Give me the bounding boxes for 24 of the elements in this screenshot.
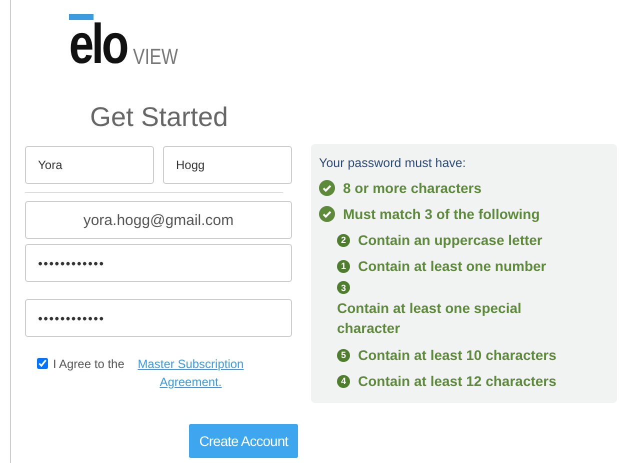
requirement-text: 8 or more characters bbox=[343, 180, 482, 196]
agree-checkbox[interactable] bbox=[37, 358, 48, 369]
requirement-text: Contain at least 12 characters bbox=[358, 373, 556, 389]
requirement-text: Must match 3 of the following bbox=[343, 206, 540, 222]
requirement-text: Contain an uppercase letter bbox=[358, 232, 542, 248]
number-badge: 1 bbox=[337, 260, 350, 272]
number-badge: 4 bbox=[337, 374, 350, 388]
email-field[interactable]: yora.hogg@gmail.com bbox=[25, 201, 292, 239]
requirements-title: Your password must have: bbox=[319, 156, 467, 170]
number-badge: 2 bbox=[337, 234, 350, 246]
logo: elo VIEW bbox=[69, 14, 179, 68]
check-circle-icon bbox=[319, 206, 335, 222]
page-heading: Get Started bbox=[88, 101, 230, 134]
password-field[interactable]: •••••••••••• bbox=[25, 244, 292, 282]
requirement-text: Contain at least one number bbox=[358, 258, 546, 274]
number-badge: 5 bbox=[337, 348, 350, 362]
first-name-field[interactable]: Yora bbox=[25, 146, 154, 184]
confirm-password-field[interactable]: •••••••••••• bbox=[25, 299, 292, 337]
agree-text: I Agree to the Master Subscription Agreement. bbox=[53, 355, 292, 391]
number-badge: 3 bbox=[337, 281, 350, 294]
last-name-field[interactable]: Hogg bbox=[163, 146, 292, 184]
requirement-text: Contain at least 10 characters bbox=[358, 347, 556, 363]
requirement-text: Contain at least one special character bbox=[337, 299, 522, 338]
check-circle-icon bbox=[319, 180, 335, 196]
